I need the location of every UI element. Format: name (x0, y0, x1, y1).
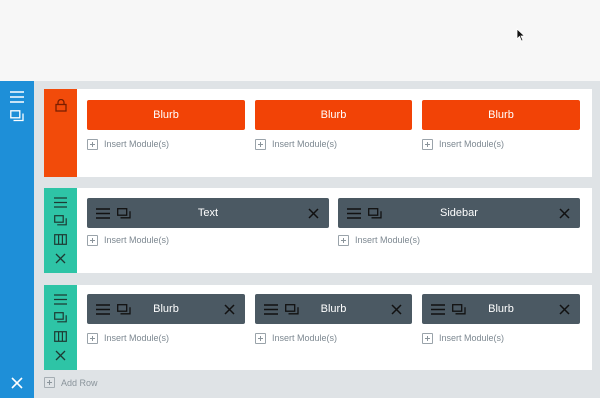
close-icon[interactable] (52, 250, 69, 267)
module-sidebar[interactable]: Sidebar (338, 198, 580, 228)
close-icon[interactable] (52, 347, 69, 364)
insert-module-label: Insert Module(s) (355, 235, 421, 245)
module-text[interactable]: Text (87, 198, 329, 228)
mouse-cursor-icon (516, 28, 526, 42)
insert-module-button[interactable]: Insert Module(s) (87, 138, 169, 150)
insert-module-label: Insert Module(s) (439, 333, 505, 343)
duplicate-icon[interactable] (52, 309, 69, 326)
row-handle[interactable] (44, 188, 77, 273)
duplicate-icon[interactable] (284, 301, 300, 317)
module-label: Blurb (320, 303, 347, 315)
add-row-label: Add Row (61, 377, 98, 388)
columns-icon[interactable] (52, 328, 69, 345)
insert-module-button[interactable]: Insert Module(s) (422, 332, 504, 344)
duplicate-icon[interactable] (116, 205, 132, 221)
plus-square-icon (87, 138, 98, 150)
duplicate-icon[interactable] (451, 301, 467, 317)
section-settings-bar (0, 81, 34, 398)
insert-module-button[interactable]: Insert Module(s) (87, 332, 169, 344)
columns-icon[interactable] (52, 231, 69, 248)
duplicate-icon[interactable] (367, 205, 383, 221)
module-blurb[interactable]: Blurb (422, 100, 580, 130)
plus-square-icon (255, 138, 266, 150)
module-label: Text (197, 207, 219, 219)
hamburger-icon[interactable] (430, 301, 446, 317)
row-locked: Blurb Insert Module(s) Blurb Insert Modu… (44, 89, 592, 177)
plus-square-icon (338, 234, 349, 246)
insert-module-label: Insert Module(s) (439, 139, 505, 149)
plus-square-icon (255, 332, 266, 344)
module-label: Blurb (153, 109, 179, 121)
module-blurb[interactable]: Blurb (87, 100, 245, 130)
duplicate-icon[interactable] (8, 107, 26, 125)
module-blurb[interactable]: Blurb (87, 294, 245, 324)
module-label: Blurb (488, 303, 514, 315)
close-icon[interactable] (556, 205, 572, 221)
insert-module-label: Insert Module(s) (272, 139, 338, 149)
insert-module-button[interactable]: Insert Module(s) (255, 138, 337, 150)
hamburger-icon[interactable] (8, 88, 26, 106)
row-handle[interactable] (44, 89, 77, 177)
module-label: Blurb (320, 109, 347, 121)
hamburger-icon[interactable] (95, 301, 111, 317)
module-blurb[interactable]: Blurb (255, 100, 412, 130)
module-label: Blurb (488, 109, 514, 121)
duplicate-icon[interactable] (52, 212, 69, 229)
insert-module-label: Insert Module(s) (104, 139, 170, 149)
module-blurb[interactable]: Blurb (422, 294, 580, 324)
insert-module-button[interactable]: Insert Module(s) (87, 234, 169, 246)
hamburger-icon[interactable] (95, 205, 111, 221)
lock-icon[interactable] (52, 97, 69, 114)
plus-square-icon (422, 332, 433, 344)
insert-module-label: Insert Module(s) (104, 333, 170, 343)
close-icon[interactable] (8, 374, 26, 392)
insert-module-label: Insert Module(s) (104, 235, 170, 245)
close-icon[interactable] (388, 301, 404, 317)
hamburger-icon[interactable] (263, 301, 279, 317)
hamburger-icon[interactable] (346, 205, 362, 221)
close-icon[interactable] (556, 301, 572, 317)
row: Text Insert Module(s) Sidebar Insert Mod… (44, 188, 592, 273)
insert-module-button[interactable]: Insert Module(s) (338, 234, 420, 246)
module-label: Sidebar (440, 207, 478, 219)
insert-module-label: Insert Module(s) (272, 333, 338, 343)
hamburger-icon[interactable] (52, 291, 69, 308)
close-icon[interactable] (305, 205, 321, 221)
row: Blurb Insert Module(s) Blurb Insert Modu… (44, 285, 592, 370)
plus-square-icon (44, 377, 55, 388)
page-top-area (0, 0, 600, 81)
plus-square-icon (87, 234, 98, 246)
hamburger-icon[interactable] (52, 194, 69, 211)
insert-module-button[interactable]: Insert Module(s) (255, 332, 337, 344)
plus-square-icon (87, 332, 98, 344)
plus-square-icon (422, 138, 433, 150)
close-icon[interactable] (221, 301, 237, 317)
add-row-button[interactable]: Add Row (44, 377, 98, 388)
module-blurb[interactable]: Blurb (255, 294, 412, 324)
duplicate-icon[interactable] (116, 301, 132, 317)
insert-module-button[interactable]: Insert Module(s) (422, 138, 504, 150)
module-label: Blurb (153, 303, 179, 315)
row-handle[interactable] (44, 285, 77, 370)
